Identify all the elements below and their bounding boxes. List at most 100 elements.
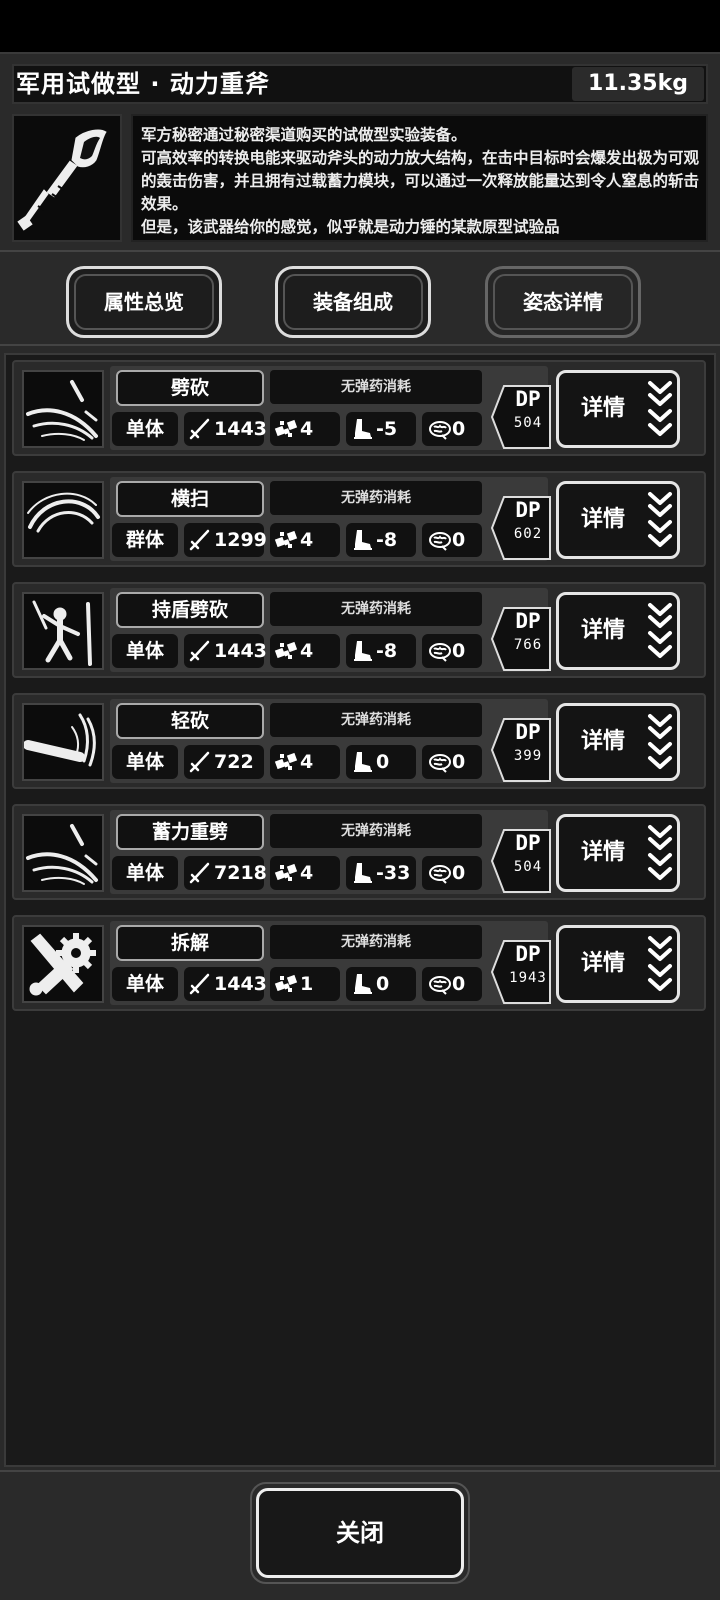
- ammo-cost: 无弹药消耗: [270, 481, 482, 515]
- ammo-cost: 无弹药消耗: [270, 814, 482, 848]
- charged-slash-icon: [22, 814, 104, 892]
- dp-label: DP: [515, 387, 541, 411]
- detail-label: 详情: [581, 840, 626, 865]
- weapon-description: 军方秘密通过秘密渠道购买的试做型实验装备。 可高效率的转换电能来驱动斧头的动力放…: [141, 126, 700, 236]
- tab-stance-details[interactable]: 姿态详情: [485, 266, 641, 338]
- close-button[interactable]: 关闭: [250, 1482, 470, 1584]
- weapon-image: [12, 114, 122, 242]
- hit-count-stat: 4: [270, 745, 340, 779]
- shield-slash-icon: [22, 592, 104, 670]
- damage-value: 722: [214, 751, 254, 773]
- movement-stat: 0: [346, 967, 416, 1001]
- dp-label: DP: [515, 942, 541, 966]
- power-axe-icon: [17, 129, 107, 231]
- dp-label: DP: [515, 720, 541, 744]
- damage-stat: 1299: [184, 523, 267, 557]
- brain-stat: 0: [422, 745, 482, 779]
- skill-row[interactable]: 持盾劈砍 无弹药消耗 单体 1443 4 -8 0 DP 766 详情: [12, 582, 706, 678]
- detail-button[interactable]: 详情: [556, 592, 680, 670]
- skill-row[interactable]: 拆解 无弹药消耗 单体 1443 1 0 0 DP 1943 详情: [12, 915, 706, 1011]
- skill-name: 横扫: [116, 481, 264, 517]
- detail-button[interactable]: 详情: [556, 925, 680, 1003]
- dp-badge: DP 399: [490, 717, 552, 783]
- hit-count-stat: 4: [270, 856, 340, 890]
- movement-value: 0: [376, 751, 390, 773]
- damage-stat: 1443: [184, 412, 267, 446]
- dp-value: 504: [513, 859, 543, 875]
- dp-value: 504: [513, 415, 543, 431]
- hit-count-stat: 4: [270, 634, 340, 668]
- dp-badge: DP 766: [490, 606, 552, 672]
- dp-value: 399: [513, 748, 543, 764]
- dp-badge: DP 504: [490, 828, 552, 894]
- movement-value: -33: [376, 862, 411, 884]
- skill-info: 劈砍 无弹药消耗 单体 1443 4 -5 0: [110, 366, 548, 450]
- dp-badge: DP 602: [490, 495, 552, 561]
- hit-count-stat: 4: [270, 412, 340, 446]
- dp-badge: DP 1943: [490, 939, 552, 1005]
- skill-name: 劈砍: [116, 370, 264, 406]
- skill-name: 拆解: [116, 925, 264, 961]
- movement-value: -8: [376, 640, 398, 662]
- brain-value: 0: [452, 418, 466, 440]
- hit-count-stat: 4: [270, 523, 340, 557]
- brain-stat: 0: [422, 412, 482, 446]
- detail-button[interactable]: 详情: [556, 703, 680, 781]
- damage-stat: 722: [184, 745, 264, 779]
- skill-info: 轻砍 无弹药消耗 单体 722 4 0 0: [110, 699, 548, 783]
- skill-info: 横扫 无弹药消耗 群体 1299 4 -8 0: [110, 477, 548, 561]
- target-type: 群体: [112, 523, 178, 557]
- ammo-cost: 无弹药消耗: [270, 703, 482, 737]
- weapon-description-box[interactable]: 军方秘密通过秘密渠道购买的试做型实验装备。 可高效率的转换电能来驱动斧头的动力放…: [131, 114, 708, 242]
- hit-count-value: 4: [300, 640, 314, 662]
- movement-value: 0: [376, 973, 390, 995]
- damage-value: 1443: [214, 973, 267, 995]
- brain-stat: 0: [422, 634, 482, 668]
- skill-info: 持盾劈砍 无弹药消耗 单体 1443 4 -8 0: [110, 588, 548, 672]
- ammo-cost: 无弹药消耗: [270, 370, 482, 404]
- weapon-title: 军用试做型 · 动力重斧: [16, 70, 270, 98]
- tab-equipment-composition[interactable]: 装备组成: [275, 266, 431, 338]
- movement-stat: 0: [346, 745, 416, 779]
- movement-value: -8: [376, 529, 398, 551]
- sweep-icon: [22, 481, 104, 559]
- damage-stat: 1443: [184, 634, 267, 668]
- movement-stat: -8: [346, 634, 416, 668]
- tab-attribute-overview[interactable]: 属性总览: [66, 266, 222, 338]
- skill-row[interactable]: 劈砍 无弹药消耗 单体 1443 4 -5 0 DP 504 详情: [12, 360, 706, 456]
- dp-value: 766: [513, 637, 543, 653]
- detail-button[interactable]: 详情: [556, 481, 680, 559]
- skill-name: 持盾劈砍: [116, 592, 264, 628]
- dismantle-icon: [22, 925, 104, 1003]
- hit-count-stat: 1: [270, 967, 340, 1001]
- detail-button[interactable]: 详情: [556, 814, 680, 892]
- skill-info: 蓄力重劈 无弹药消耗 单体 7218 4 -33 0: [110, 810, 548, 894]
- target-type: 单体: [112, 967, 178, 1001]
- dp-value: 1943: [509, 970, 547, 986]
- skill-name: 轻砍: [116, 703, 264, 739]
- detail-button[interactable]: 详情: [556, 370, 680, 448]
- detail-label: 详情: [581, 729, 626, 754]
- light-slash-icon: [22, 703, 104, 781]
- brain-value: 0: [452, 751, 466, 773]
- movement-stat: -33: [346, 856, 416, 890]
- brain-value: 0: [452, 862, 466, 884]
- dp-badge: DP 504: [490, 384, 552, 450]
- detail-label: 详情: [581, 507, 626, 532]
- skill-row[interactable]: 轻砍 无弹药消耗 单体 722 4 0 0 DP 399 详情: [12, 693, 706, 789]
- skill-row[interactable]: 蓄力重劈 无弹药消耗 单体 7218 4 -33 0 DP 504 详情: [12, 804, 706, 900]
- divider: [0, 344, 720, 346]
- hit-count-value: 4: [300, 529, 314, 551]
- damage-value: 1443: [214, 640, 267, 662]
- damage-stat: 1443: [184, 967, 267, 1001]
- detail-label: 详情: [581, 618, 626, 643]
- hit-count-value: 4: [300, 862, 314, 884]
- skill-row[interactable]: 横扫 无弹药消耗 群体 1299 4 -8 0 DP 602 详情: [12, 471, 706, 567]
- hit-count-value: 4: [300, 751, 314, 773]
- ammo-cost: 无弹药消耗: [270, 925, 482, 959]
- target-type: 单体: [112, 745, 178, 779]
- hit-count-value: 1: [300, 973, 314, 995]
- skill-name: 蓄力重劈: [116, 814, 264, 850]
- status-bar-area: [0, 0, 720, 52]
- damage-value: 1299: [214, 529, 267, 551]
